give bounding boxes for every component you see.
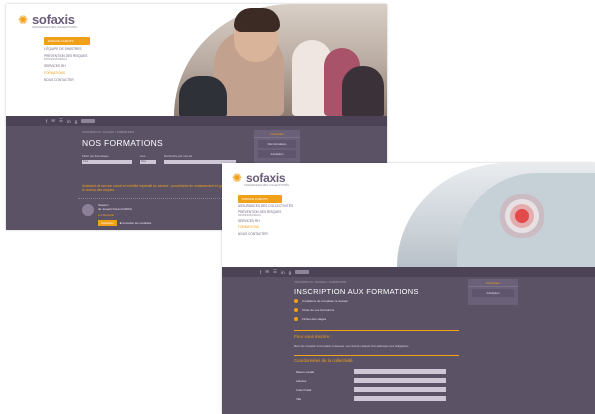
rss-icon[interactable]: ☰ [273,269,277,275]
google-icon[interactable]: g [289,270,292,275]
logo-tagline: ASSURANCES DES COLLECTIVITÉS [244,184,289,187]
screenshot-inscription: ✺ sofaxis ASSURANCES DES COLLECTIVITÉS E… [222,163,595,414]
raison-sociale-input[interactable] [354,369,446,374]
main-nav: ASSURANCES DES COLLECTIVITÉS PRÉVENTION … [238,204,293,239]
field-label: Adresse [296,379,307,383]
linkedin-icon[interactable]: in [281,270,285,275]
adresse-input[interactable] [354,378,446,383]
facebook-icon[interactable]: f [260,270,261,275]
filter-label: Recherche par mot-clé [164,154,193,158]
twitter-icon[interactable]: ✉ [51,118,55,124]
social-bar: f ✉ ☰ in g [6,116,387,126]
bullet-icon [294,308,298,312]
nav-item[interactable]: PRÉVENTION DES RISQUES PROFESSIONNELS [238,210,293,217]
search-box[interactable] [81,119,96,123]
nav-item[interactable]: SERVICES RH [238,219,293,224]
sidebar-item[interactable]: Nos formations [258,140,296,148]
filter-label: Lieu [140,154,146,158]
sun-icon: ✺ [18,12,29,27]
nav-item[interactable]: SERVICES RH [44,64,87,69]
section-heading: Pour vous inscrire : [294,334,332,339]
breadcrumb: VOUS ÊTES ICI : ACCUEIL > FORMATIONS [82,131,135,134]
nav-item[interactable]: L'ÉQUIPE DE SINISTRES [44,47,87,52]
photo-person [342,66,384,116]
inscription-button[interactable]: Inscription [98,220,117,226]
filter-label: Filtrer par thématique [82,154,109,158]
instructions-text: Merci de compléter le formulaire ci-dess… [294,345,409,348]
sidebar-item[interactable]: Inscription [472,289,514,297]
divider [294,330,459,331]
sun-icon: ✺ [232,171,243,185]
logo[interactable]: ✺ sofaxis [232,171,286,185]
filter-select[interactable]: Tous [82,159,132,164]
nav-item-active[interactable]: FORMATIONS [238,226,293,230]
photo-person [179,76,227,116]
photo-hair [234,8,280,32]
logo-text: sofaxis [246,171,286,185]
ville-input[interactable] [354,396,446,401]
google-icon[interactable]: g [75,119,78,124]
logo-text: sofaxis [32,12,75,27]
nav-item-active[interactable]: FORMATIONS [44,71,87,76]
divider [294,355,459,356]
espace-clients-button[interactable]: ESPACE CLIENTS [44,37,90,45]
course-thumbnail [82,204,94,216]
course-info: Session de Joseph Durand (RRH) [98,203,132,211]
modalites-link[interactable]: ■ Consulter les modalités [120,221,152,225]
facebook-icon[interactable]: f [46,119,47,124]
nav-item[interactable]: NOUS CONTACTER [238,232,293,237]
sidebar-box: Inscription Inscription [468,279,518,305]
step-item[interactable]: Conditions de compléter le dossier [294,299,348,303]
search-box[interactable] [295,270,310,274]
bullet-icon [294,317,298,321]
field-label: Ville [296,397,302,401]
header: ✺ sofaxis ASSURANCES DES COLLECTIVITÉS E… [222,163,595,267]
touch-point-icon [515,209,529,223]
sidebar-title: Inscription [468,279,518,287]
filter-thematique: Filtrer par thématique Tous [82,154,132,164]
field-label: Raison sociale [296,370,315,374]
espace-clients-button[interactable]: ESPACE CLIENTS [238,195,282,203]
main-content: VOUS ÊTES ICI : ACCUEIL > FORMATIONS INS… [222,277,595,414]
sidebar-title: Inscription [254,130,300,138]
hero-photo [397,163,595,267]
main-nav: L'ÉQUIPE DE SINISTRES PRÉVENTION DES RIS… [44,47,87,86]
course-actions: Inscription ■ Consulter les modalités [98,220,151,226]
breadcrumb: VOUS ÊTES ICI : ACCUEIL > FORMATIONS [294,281,347,284]
step-item[interactable]: Choix de vos formations [294,308,348,312]
section-heading: Coordonnées de la collectivité [294,358,353,363]
nav-item[interactable]: ASSURANCES DES COLLECTIVITÉS [238,204,293,209]
twitter-icon[interactable]: ✉ [265,269,269,275]
sidebar-box: Inscription Nos formations Inscription [254,130,300,164]
sidebar-item[interactable]: Inscription [258,150,296,158]
filter-lieu: Lieu Tous [140,154,156,164]
filter-select[interactable]: Tous [140,159,156,164]
nav-item[interactable]: NOUS CONTACTER [44,78,87,83]
page-title: NOS FORMATIONS [82,138,164,148]
bullet-icon [294,299,298,303]
step-item[interactable]: Fiches des stages [294,317,348,321]
steps-list: Conditions de compléter le dossier Choix… [294,299,348,326]
logo[interactable]: ✺ sofaxis [18,12,75,27]
hero-photo [174,4,387,116]
filters: Filtrer par thématique Tous Lieu Tous Re… [82,154,242,168]
page-title: INSCRIPTION AUX FORMATIONS [294,287,419,296]
field-label: Code Postal [296,388,312,392]
logo-tagline: ASSURANCES DES COLLECTIVITÉS [32,26,77,29]
rss-icon[interactable]: ☰ [59,118,63,124]
course-location: ● à Marseille [98,213,115,217]
social-bar: f ✉ ☰ in g [222,267,595,277]
linkedin-icon[interactable]: in [67,119,71,124]
code-postal-input[interactable] [354,387,446,392]
header: ✺ sofaxis ASSURANCES DES COLLECTIVITÉS E… [6,4,387,116]
nav-item[interactable]: PRÉVENTION DES RISQUES PROFESSIONNELS [44,54,87,61]
